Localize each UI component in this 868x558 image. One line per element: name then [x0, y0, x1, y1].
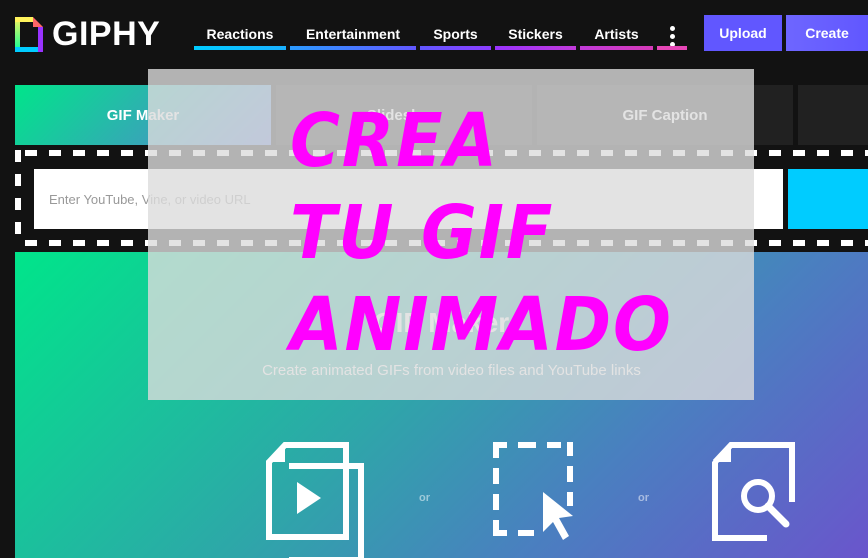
drag-drop-area[interactable] — [493, 442, 579, 547]
giphy-logo[interactable]: GIPHY — [15, 17, 160, 52]
nav-label: Stickers — [508, 26, 563, 42]
choose-video-file-button[interactable] — [266, 442, 366, 558]
tab-gif-maker[interactable]: GIF Maker — [15, 85, 271, 145]
tab-label: Slideshow — [366, 106, 442, 124]
filmstrip-dashes-bottom — [25, 240, 868, 246]
giphy-logo-icon — [15, 17, 43, 52]
drag-drop-icon — [493, 442, 573, 540]
browse-file-button[interactable] — [712, 442, 796, 547]
browse-file-icon — [712, 442, 795, 541]
nav-reactions[interactable]: Reactions — [194, 22, 286, 50]
nav-underline — [580, 46, 653, 50]
tab-slideshow[interactable]: Slideshow — [276, 85, 532, 145]
tab-more[interactable] — [798, 85, 868, 145]
more-dots-icon — [669, 26, 675, 31]
video-files-icon — [266, 442, 364, 558]
url-submit-button[interactable] — [788, 169, 868, 229]
nav-label: Artists — [594, 26, 639, 42]
create-button[interactable]: Create — [786, 15, 868, 51]
upload-button[interactable]: Upload — [704, 15, 782, 51]
more-menu-button[interactable] — [657, 22, 687, 50]
tab-label: GIF Caption — [622, 106, 708, 124]
nav-label: Sports — [433, 26, 478, 42]
tab-label: GIF Maker — [106, 106, 180, 124]
panel-title: GIF Maker — [373, 307, 510, 338]
nav-underline — [420, 46, 491, 50]
nav-underline — [495, 46, 576, 50]
nav-entertainment[interactable]: Entertainment — [290, 22, 416, 50]
video-url-input[interactable] — [34, 169, 783, 229]
nav-label: Reactions — [206, 26, 274, 42]
filmstrip-dashes-top — [25, 150, 868, 156]
filmstrip-dashes-left — [15, 150, 21, 246]
nav-sports[interactable]: Sports — [420, 22, 491, 50]
url-filmstrip — [15, 150, 868, 246]
or-label: or — [638, 492, 649, 504]
main-nav: Reactions Entertainment Sports Stickers … — [194, 22, 691, 50]
tab-gif-caption[interactable]: GIF Caption — [537, 85, 793, 145]
gif-maker-panel: GIF Maker Create animated GIFs from vide… — [15, 252, 868, 558]
nav-label: Entertainment — [305, 26, 401, 42]
nav-underline — [657, 46, 687, 50]
or-label: or — [419, 492, 430, 504]
logo-text: GIPHY — [52, 15, 161, 53]
nav-stickers[interactable]: Stickers — [495, 22, 576, 50]
nav-artists[interactable]: Artists — [580, 22, 653, 50]
nav-underline — [194, 46, 286, 50]
nav-underline — [290, 46, 416, 50]
panel-subtitle: Create animated GIFs from video files an… — [262, 362, 641, 379]
